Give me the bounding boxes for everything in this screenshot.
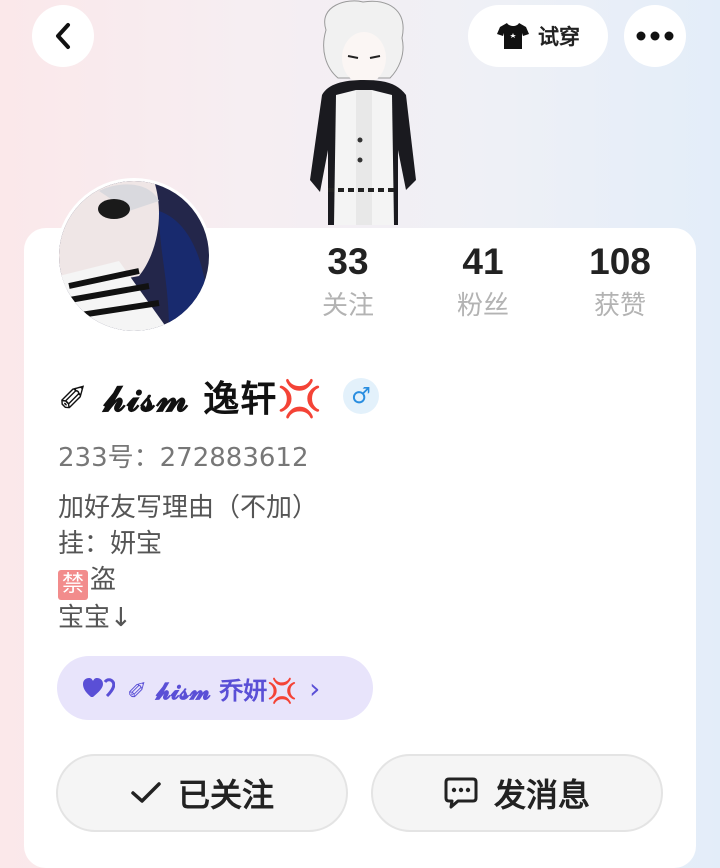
stat-likes-label: 获赞 [593, 291, 646, 321]
stat-likes-value: 108 [589, 241, 651, 282]
stat-followers[interactable]: 41 粉丝 [423, 240, 543, 324]
chat-bubble-icon [444, 777, 478, 809]
bio-line: 挂：妍宝 [58, 529, 163, 559]
stat-followers-label: 粉丝 [456, 291, 509, 321]
stat-followers-value: 41 [462, 241, 504, 282]
stat-likes[interactable]: 108 获赞 [560, 240, 680, 324]
stat-following[interactable]: 33 关注 [288, 240, 408, 324]
chevron-left-icon [56, 23, 70, 49]
avatar-3d-figure[interactable] [298, 0, 428, 230]
avatar-image [59, 181, 209, 331]
followed-button[interactable]: 已关注 [56, 754, 348, 832]
username: ✐ 𝓱𝓲𝓼𝓶 逸轩💢 [58, 379, 324, 420]
more-dots-icon [636, 31, 674, 41]
male-gender-icon: ♂ [343, 378, 380, 414]
try-on-button[interactable]: 试穿 [468, 5, 608, 67]
try-on-label: 试穿 [538, 25, 580, 49]
bio-line: 宝宝↓ [58, 603, 132, 633]
profile-avatar[interactable] [56, 178, 212, 334]
double-heart-icon [83, 678, 115, 698]
bio-line: 加好友写理由（不加） [58, 493, 319, 523]
followed-label: 已关注 [177, 776, 274, 814]
send-message-label: 发消息 [493, 776, 590, 814]
cp-relationship-chip[interactable]: ✐ 𝓱𝓲𝓼𝓶 乔妍💢 › [57, 656, 373, 720]
bio: 加好友写理由（不加） 挂：妍宝 禁盗 宝宝↓ [58, 490, 318, 636]
stat-following-label: 关注 [321, 291, 374, 321]
name-row: ✐ 𝓱𝓲𝓼𝓶 逸轩💢 ♂ [58, 368, 380, 424]
stat-following-value: 33 [327, 241, 369, 282]
tshirt-icon [497, 23, 529, 49]
user-id: 233号：272883612 [58, 443, 309, 473]
chevron-right-icon: › [309, 671, 321, 705]
send-message-button[interactable]: 发消息 [371, 754, 663, 832]
back-button[interactable] [32, 5, 94, 67]
cp-name: ✐ 𝓱𝓲𝓼𝓶 乔妍💢 [127, 676, 298, 705]
bio-line: 禁盗 [58, 562, 318, 600]
more-button[interactable] [624, 5, 686, 67]
ban-badge: 禁 [58, 570, 88, 600]
check-icon [131, 782, 161, 803]
